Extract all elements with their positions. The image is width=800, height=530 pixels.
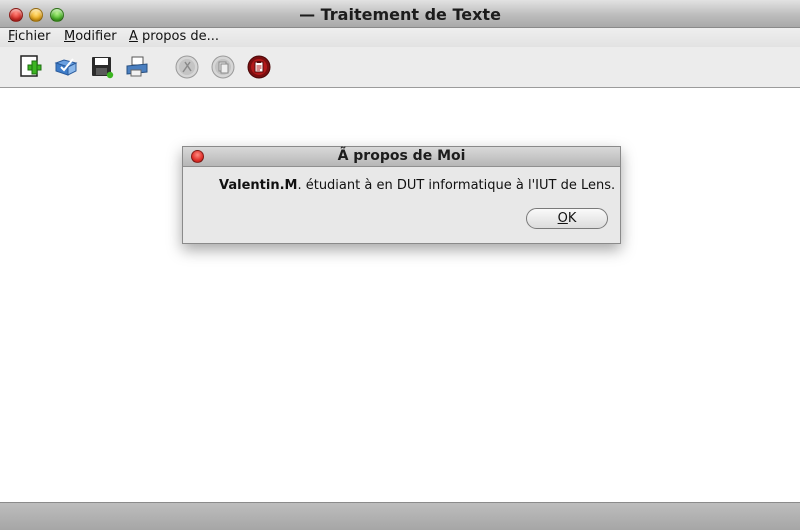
- menu-fichier[interactable]: Fichier: [8, 29, 51, 44]
- ok-mnemonic: O: [557, 211, 568, 226]
- dialog-titlebar[interactable]: Ã propos de Moi: [183, 147, 620, 167]
- copy-button[interactable]: [211, 55, 235, 79]
- new-document-button[interactable]: [19, 55, 43, 79]
- ok-button[interactable]: OK: [526, 208, 608, 229]
- menu-modifier-mnemonic: M: [64, 29, 76, 44]
- toolbar: [0, 47, 800, 88]
- dialog-message-author: Valentin.M: [219, 178, 298, 193]
- menu-modifier-label: odifier: [75, 29, 117, 44]
- menu-a-propos[interactable]: A propos de...: [129, 29, 219, 44]
- menu-fichier-label: ichier: [14, 29, 51, 44]
- ok-label: K: [567, 211, 577, 226]
- print-button[interactable]: [125, 55, 149, 79]
- menu-bar: Fichier Modifier A propos de...: [0, 28, 800, 47]
- cut-button[interactable]: [175, 55, 199, 79]
- save-icon: [92, 57, 114, 79]
- menu-modifier[interactable]: Modifier: [64, 29, 117, 44]
- window-titlebar[interactable]: — Traitement de Texte: [0, 0, 800, 28]
- new-document-icon: [20, 55, 42, 77]
- copy-icon: [211, 55, 235, 79]
- print-icon: [126, 56, 148, 77]
- menu-a-propos-mnemonic: A: [129, 29, 138, 44]
- cut-icon: [175, 55, 199, 79]
- dialog-message: Valentin.M. étudiant à en DUT informatiq…: [219, 178, 615, 193]
- paste-button[interactable]: [247, 55, 271, 79]
- open-icon: [54, 58, 78, 76]
- about-dialog: Ã propos de Moi Valentin.M. étudiant à e…: [182, 146, 621, 244]
- dialog-message-text: . étudiant à en DUT informatique à l'IUT…: [297, 178, 616, 193]
- status-bar: [0, 502, 800, 530]
- menu-a-propos-label: propos de...: [137, 29, 220, 44]
- open-button[interactable]: [54, 55, 78, 79]
- paste-icon: [247, 55, 271, 79]
- dialog-title: Ã propos de Moi: [337, 148, 466, 164]
- save-button[interactable]: [90, 55, 114, 79]
- window-title: — Traitement de Texte: [299, 5, 501, 24]
